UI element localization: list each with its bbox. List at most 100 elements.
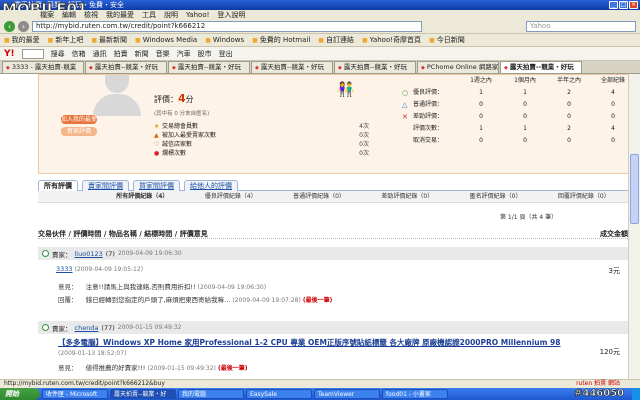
browser-tab[interactable]: 露天拍賣--競業・好玩 [334, 61, 416, 73]
maximize-button[interactable]: □ [619, 1, 628, 9]
yahoo-toolbar-item[interactable]: 信箱 [72, 49, 86, 59]
item-link[interactable]: 【多多電腦】Windows XP Home 家用Professional 1-2… [58, 337, 560, 348]
yahoo-toolbar: Y! 搜尋 信箱 通訊 拍賣 新聞 音樂 汽車 股市 登出 [0, 47, 640, 61]
comment-line: 意見： 値得推薦的好賣家!!! (2009-01-15 09:49:32) (最… [58, 362, 247, 372]
rating-tabs: 所有評價 賣家間評價 買家間評價 給他人的評價 [38, 180, 628, 191]
yahoo-toolbar-item[interactable]: 通訊 [93, 49, 107, 59]
yahoo-toolbar-item[interactable]: 新聞 [135, 49, 149, 59]
row-label: 取消交易： [413, 137, 444, 144]
menu-item[interactable]: 檔案 [40, 10, 54, 20]
taskbar-button[interactable]: 露天拍賣--競業・好 [110, 389, 176, 399]
yahoo-search-input[interactable] [21, 48, 44, 59]
stat-label: 爛標次數 [162, 150, 187, 157]
add-favorite-button[interactable]: 加入我的最愛 [61, 115, 97, 124]
favorite-link[interactable]: Yahoo!奇摩首頁 [362, 35, 421, 45]
reply-date: (2009-04-09 19:07:28) [232, 297, 301, 304]
rating-row-normal: △ 普通評價： 0 0 0 0 [399, 99, 628, 111]
taskbar-button[interactable]: EasySale [246, 389, 312, 399]
yahoo-toolbar-item[interactable]: 登出 [219, 49, 233, 59]
menu-item[interactable]: 說明 [164, 10, 178, 20]
close-button[interactable]: × [629, 1, 638, 9]
browser-tab[interactable]: 露天拍賣--競業・好玩 [168, 61, 250, 73]
stat-row: ★ 交易總會員數 4次 [154, 122, 369, 131]
forward-button[interactable]: › [18, 21, 29, 32]
cell: 0 [567, 101, 571, 108]
url-input[interactable]: http://mybid.ruten.com.tw/credit/point?k… [32, 21, 422, 32]
comment-label: 意見： [58, 364, 78, 372]
favorite-link[interactable]: 今日新聞 [429, 35, 465, 45]
filter-bad[interactable]: 差勁評價紀錄（0） [381, 191, 433, 202]
entry-date: 2009-01-15 09:49:32 [117, 324, 182, 331]
browser-tab[interactable]: 露天拍賣--競業・好玩 [85, 61, 167, 73]
favorite-link[interactable]: Windows Media [135, 36, 198, 44]
yahoo-toolbar-item[interactable]: 股市 [198, 49, 212, 59]
tab-given-ratings[interactable]: 給他人的評價 [184, 180, 238, 191]
tab-seller-ratings[interactable]: 賣家間評價 [82, 180, 129, 191]
menu-item[interactable]: 編輯 [62, 10, 76, 20]
stat-label: 誠信店家數 [162, 141, 193, 148]
vertical-scrollbar[interactable] [628, 74, 640, 379]
user-link[interactable]: chenda [75, 324, 99, 332]
filter-reply[interactable]: 回覆評價紀錄（0） [558, 191, 610, 202]
start-button[interactable]: 開始 [0, 388, 40, 400]
back-button[interactable]: ‹ [4, 21, 15, 32]
yahoo-logo[interactable]: Y! [4, 49, 15, 59]
price: 120元 [599, 348, 620, 356]
filter-row: 所有評價紀錄（4） 優良評價紀錄（4） 普通評價紀錄（0） 差勁評價紀錄（0） … [38, 191, 628, 203]
tab-all-ratings[interactable]: 所有評價 [38, 180, 78, 191]
browser-tab[interactable]: 露天拍賣--競業・好玩 [251, 61, 333, 73]
menu-item[interactable]: Yahoo! [186, 10, 209, 20]
browser-tab-active[interactable]: 露天拍賣--競業・好玩 [500, 61, 582, 73]
avatar [91, 75, 143, 116]
filter-anonymous[interactable]: 匿名評價紀錄（0） [470, 191, 522, 202]
yahoo-toolbar-item[interactable]: 拍賣 [114, 49, 128, 59]
menu-item[interactable]: 工具 [142, 10, 156, 20]
window-controls: _ □ × [609, 1, 638, 9]
favorite-link[interactable]: 最新新聞 [91, 35, 127, 45]
stat-row: ♡ 誠信店家數 0次 [154, 140, 369, 149]
filter-good[interactable]: 優良評價紀錄（4） [205, 191, 257, 202]
circle-icon: ○ [402, 89, 409, 97]
yahoo-toolbar-item[interactable]: 汽車 [177, 49, 191, 59]
stat-label: 交易總會員數 [162, 123, 199, 130]
taskbar-button[interactable]: 我的電腦 [178, 389, 244, 399]
minimize-button[interactable]: _ [609, 1, 618, 9]
entry-header: 賣家： chenda (77) 2009-01-15 09:49:32 [38, 321, 628, 334]
menu-item[interactable]: 登入說明 [217, 10, 245, 20]
last-one-link[interactable]: (最後一筆) [303, 297, 333, 304]
rating-row-good: ○ 優良評價： 1 1 2 4 [399, 87, 628, 99]
column-header: 1週之內 [470, 77, 492, 84]
reply-text: 錢已經轉到您指定的戶頭了,麻煩把東西寄給我嘛... [85, 296, 231, 304]
rating-row-cancel: 取消交易： 0 0 0 0 [399, 135, 628, 147]
buyer-rating-button[interactable]: 買家評價 [61, 127, 97, 136]
yahoo-toolbar-item[interactable]: 搜尋 [51, 49, 65, 59]
cell: 2 [567, 89, 571, 96]
scrollbar-thumb[interactable] [630, 154, 639, 224]
couple-icon: 👫 [337, 82, 355, 98]
item-link[interactable]: 3333 [56, 265, 73, 273]
favorite-link[interactable]: 自訂連結 [318, 35, 354, 45]
yahoo-toolbar-item[interactable]: 音樂 [156, 49, 170, 59]
row-label: 普通評價： [413, 101, 444, 108]
favorite-link[interactable]: 新年上吧 [48, 35, 83, 45]
favorite-link[interactable]: Windows [205, 36, 244, 44]
filter-all[interactable]: 所有評價紀錄（4） [116, 191, 168, 202]
favorite-link[interactable]: 我的最愛 [4, 35, 40, 45]
user-link[interactable]: liuo0123 [75, 250, 103, 258]
menu-item[interactable]: 檢視 [84, 10, 98, 20]
triangle-icon: ▲ [154, 132, 159, 139]
taskbar-button[interactable]: TeamViewer [314, 389, 380, 399]
last-one-link[interactable]: (最後一筆) [218, 365, 248, 372]
cell: 0 [523, 113, 527, 120]
search-input[interactable]: Yahoo [526, 21, 636, 32]
taskbar-button[interactable]: 收件匣 - Microsoft [42, 389, 108, 399]
filter-normal[interactable]: 普通評價紀錄（0） [293, 191, 345, 202]
browser-tab[interactable]: PChome Online 網路家庭 [417, 61, 499, 73]
menu-item[interactable]: 我的最愛 [106, 10, 134, 20]
taskbar-button[interactable]: food01 - 小畫家 [382, 389, 448, 399]
watermark-id: #446050 [574, 388, 625, 400]
browser-tab[interactable]: 3333 - 露天拍賣-競業 [2, 61, 84, 73]
profile-panel: 加入我的最愛 買家評價 評價：4分 (其中有 0 分來自匿名) ★ 交易總會員數… [38, 74, 628, 174]
favorite-link[interactable]: 免費的 Hotmail [252, 35, 311, 45]
tab-buyer-ratings[interactable]: 買家間評價 [133, 180, 180, 191]
